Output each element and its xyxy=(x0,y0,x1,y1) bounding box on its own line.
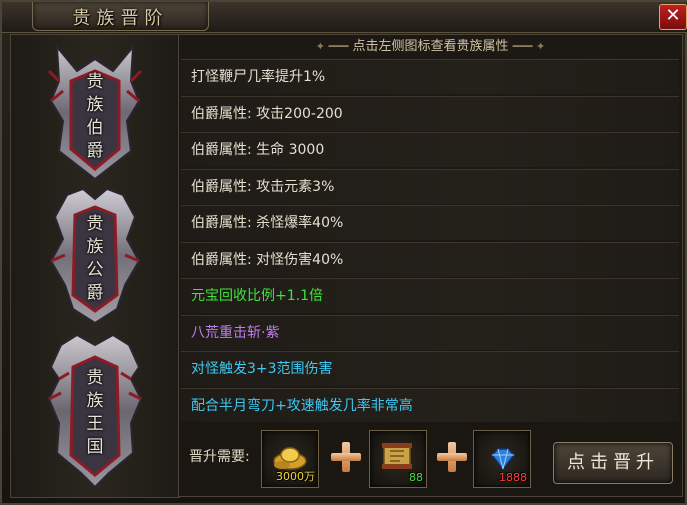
badge-char: 国 xyxy=(86,437,104,457)
requirement-bar: 晋升需要: 3000万 88 1888 点击晋升 xyxy=(178,422,683,497)
ornament-icon: ✦ ━━━ xyxy=(315,40,349,53)
badge-char: 爵 xyxy=(86,141,104,161)
attribute-row: 伯爵属性: 杀怪爆率40% xyxy=(181,205,679,240)
item-slot-gem[interactable]: 1888 xyxy=(473,430,531,488)
rank-badge-list: 贵 族 伯 爵 贵 族 公 爵 贵 族 王 国 xyxy=(10,34,180,498)
badge-char: 贵 xyxy=(86,368,104,388)
requirement-label: 晋升需要: xyxy=(189,449,250,465)
attribute-panel: ✦ ━━━ 点击左侧图标查看贵族属性 ━━━ ✦ 打怪鞭尸几率提升1% 伯爵属性:… xyxy=(178,34,683,424)
attribute-row: 伯爵属性: 生命 3000 xyxy=(181,132,679,167)
attribute-row: 八荒重击斩·紫 xyxy=(181,314,679,350)
attribute-row: 伯爵属性: 对怪伤害40% xyxy=(181,241,679,277)
item-slot-scroll[interactable]: 88 xyxy=(369,430,427,488)
ornament-icon: ━━━ ✦ xyxy=(512,40,546,53)
badge-char: 王 xyxy=(86,414,104,434)
item-slot-gold[interactable]: 3000万 xyxy=(261,430,319,488)
title-tab: 贵族晋阶 xyxy=(32,2,209,31)
hint-bar: ✦ ━━━ 点击左侧图标查看贵族属性 ━━━ ✦ xyxy=(179,35,682,59)
plus-icon xyxy=(331,442,361,472)
title-bar: 贵族晋阶 ✕ xyxy=(2,2,687,33)
badge-kingdom[interactable]: 贵 族 王 国 xyxy=(47,333,143,489)
badge-duke[interactable]: 贵 族 公 爵 xyxy=(47,185,143,327)
badge-char: 族 xyxy=(86,237,104,257)
item-count: 88 xyxy=(409,471,423,484)
noble-promotion-window: 贵族晋阶 ✕ 贵 族 伯 爵 贵 族 公 爵 贵 族 王 国 ✦ ━━━ 点击左… xyxy=(0,0,687,505)
plus-icon xyxy=(437,442,467,472)
badge-char: 伯 xyxy=(86,118,104,138)
attribute-row: 元宝回收比例+1.1倍 xyxy=(181,278,679,313)
attribute-row: 对怪触发3+3范围伤害 xyxy=(181,351,679,386)
hint-text: 点击左侧图标查看贵族属性 xyxy=(352,39,509,54)
attribute-row: 伯爵属性: 攻击元素3% xyxy=(181,168,679,204)
attribute-row: 配合半月弯刀+攻速触发几率非常高 xyxy=(181,387,679,423)
badge-char: 公 xyxy=(86,260,104,280)
badge-char: 族 xyxy=(86,95,104,115)
close-button[interactable]: ✕ xyxy=(659,4,687,30)
attribute-row: 伯爵属性: 攻击200-200 xyxy=(181,95,679,131)
item-count: 3000万 xyxy=(276,470,315,483)
item-count: 1888 xyxy=(499,471,527,484)
badge-count[interactable]: 贵 族 伯 爵 xyxy=(47,41,143,183)
window-title: 贵族晋阶 xyxy=(72,8,169,29)
promote-button[interactable]: 点击晋升 xyxy=(553,442,673,484)
attribute-row: 打怪鞭尸几率提升1% xyxy=(181,59,679,94)
badge-char: 族 xyxy=(86,391,104,411)
badge-char: 贵 xyxy=(86,214,104,234)
badge-char: 贵 xyxy=(86,72,104,92)
badge-char: 爵 xyxy=(86,283,104,303)
